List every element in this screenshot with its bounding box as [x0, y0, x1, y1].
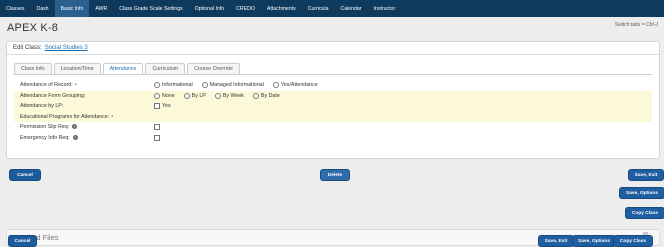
- help-icon[interactable]: ?: [72, 124, 78, 130]
- permission-slip-label: Permission Slip Req:?: [20, 124, 78, 131]
- checkbox-permission-slip[interactable]: [154, 124, 160, 131]
- tab-bar: Class Info Location/Time Attendance Curr…: [14, 63, 240, 74]
- attendance-form-grouping-row: Attendance Form Grouping: None By LP By …: [14, 90, 652, 101]
- attendance-by-lp-row: Attendance by LP: Yes: [14, 101, 652, 112]
- tab-attendance[interactable]: Attendance: [102, 63, 144, 74]
- attendance-form: Attendance of Record: • Informational Man…: [14, 80, 652, 143]
- nav-dash[interactable]: Dash: [30, 0, 54, 17]
- option-managed-informational[interactable]: Managed Informational: [201, 82, 264, 89]
- radio-by-date[interactable]: [252, 92, 259, 99]
- help-icon[interactable]: ?: [72, 134, 78, 140]
- nav-basic-info[interactable]: Basic Info: [54, 0, 90, 17]
- edit-class-header: Edit Class: Social Studies 3: [7, 42, 659, 55]
- educational-programs-label: Educational Programs for Attendance: •: [20, 113, 114, 120]
- option-informational[interactable]: Informational: [154, 82, 193, 89]
- attendance-by-lp-label: Attendance by LP:: [20, 103, 64, 110]
- nav-instructor[interactable]: Instructor: [368, 0, 402, 17]
- option-yes[interactable]: Yes: [154, 103, 171, 110]
- nav-optional-info[interactable]: Optional Info: [189, 0, 230, 17]
- nav-curricula[interactable]: Curricula: [302, 0, 335, 17]
- tab-divider: [14, 74, 652, 75]
- page-title: APEX K-8: [7, 22, 59, 34]
- nav-class-grade-scale-settings[interactable]: Class Grade Scale Settings: [113, 0, 188, 17]
- tab-class-info[interactable]: Class Info: [14, 63, 52, 74]
- switch-tabs-hint: Switch tabs = Ctrl-J: [614, 22, 658, 28]
- save-exit-button[interactable]: Save, Exit: [628, 169, 664, 181]
- educational-programs-row: Educational Programs for Attendance: •: [14, 111, 652, 122]
- checkbox-attendance-by-lp[interactable]: [154, 103, 160, 110]
- nav-attachments[interactable]: Attachments: [261, 0, 302, 17]
- edit-class-panel: Edit Class: Social Studies 3 Class Info …: [6, 41, 660, 159]
- cancel-button[interactable]: Cancel: [9, 169, 41, 181]
- tab-course-override[interactable]: Course Override: [187, 63, 240, 74]
- required-marker: •: [74, 82, 77, 89]
- copy-class-button[interactable]: Copy Class: [625, 207, 664, 219]
- nav-calendar[interactable]: Calendar: [334, 0, 367, 17]
- save-options-button[interactable]: Save, Options: [619, 187, 664, 199]
- nav-awr[interactable]: AWR: [89, 0, 113, 17]
- tab-curriculum[interactable]: Curriculum: [145, 63, 186, 74]
- class-name-link[interactable]: Social Studies 3: [45, 45, 88, 51]
- delete-button[interactable]: Delete: [320, 169, 350, 181]
- nav-classes[interactable]: Classes: [0, 0, 30, 17]
- attendance-form-grouping-label: Attendance Form Grouping:: [20, 92, 86, 99]
- radio-managed-informational[interactable]: [201, 82, 208, 89]
- cancel-button-sticky[interactable]: Cancel: [8, 235, 37, 247]
- radio-by-week[interactable]: [214, 92, 221, 99]
- top-navigation: Classes Dash Basic Info AWR Class Grade …: [0, 0, 664, 17]
- copy-class-button-sticky[interactable]: Copy Class: [613, 235, 653, 247]
- option-by-lp[interactable]: By LP: [183, 92, 206, 99]
- option-by-week[interactable]: By Week: [214, 92, 244, 99]
- option-by-date[interactable]: By Date: [252, 92, 280, 99]
- emergency-info-label: Emergency Info Req:?: [20, 134, 78, 141]
- emergency-info-row: Emergency Info Req:?: [14, 133, 652, 144]
- radio-none[interactable]: [154, 92, 160, 99]
- radio-by-lp[interactable]: [183, 92, 190, 99]
- attendance-of-record-row: Attendance of Record: • Informational Man…: [14, 80, 652, 91]
- radio-informational[interactable]: [154, 82, 160, 89]
- required-marker: •: [111, 113, 114, 120]
- edit-class-prefix: Edit Class:: [13, 45, 42, 51]
- attendance-of-record-label: Attendance of Record: •: [20, 82, 77, 89]
- save-exit-button-sticky[interactable]: Save, Exit: [538, 235, 574, 247]
- checkbox-emergency-info[interactable]: [154, 134, 160, 141]
- radio-yes-attendance[interactable]: [272, 82, 279, 89]
- save-options-button-sticky[interactable]: Save, Options: [572, 235, 616, 247]
- nav-credo[interactable]: CREDO: [230, 0, 261, 17]
- permission-slip-row: Permission Slip Req:?: [14, 122, 652, 133]
- option-none[interactable]: None: [154, 92, 175, 99]
- tab-location-time[interactable]: Location/Time: [53, 63, 101, 74]
- option-yes-attendance[interactable]: Yes/Attendance: [272, 82, 318, 89]
